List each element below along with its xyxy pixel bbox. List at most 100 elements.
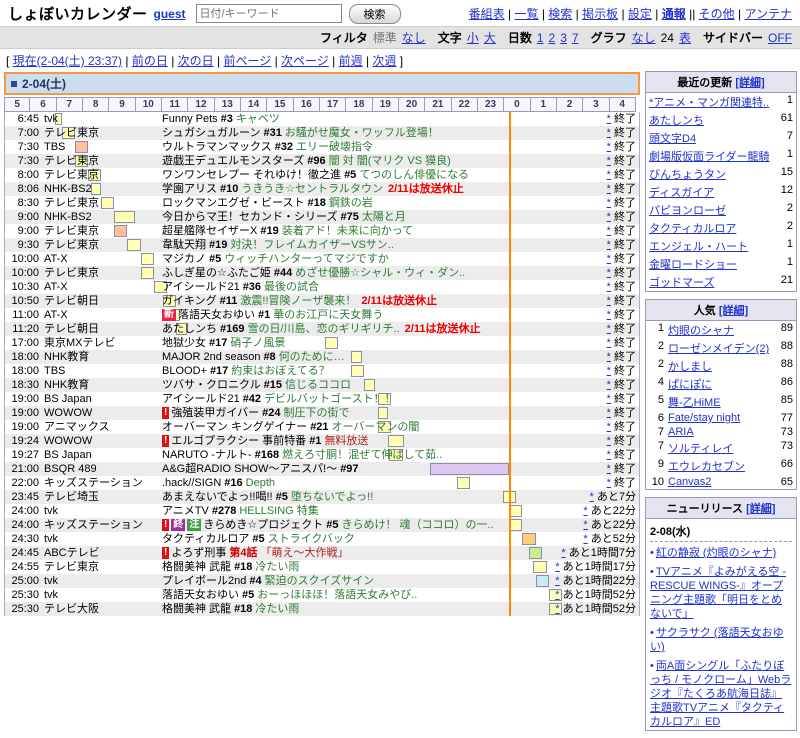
- date-nav-4[interactable]: 前ページ: [223, 54, 271, 68]
- status-asterisk-link[interactable]: *: [607, 449, 611, 461]
- popular-title-link[interactable]: Fate/stay night: [668, 412, 777, 424]
- status-asterisk-link[interactable]: *: [561, 547, 565, 559]
- date-nav-6[interactable]: 前週: [339, 54, 363, 68]
- program-title[interactable]: アイシールド21#36最後の試合: [162, 280, 541, 294]
- toolbar-option-5-1[interactable]: OFF: [768, 31, 792, 45]
- popular-title-link[interactable]: エウレカセブン: [668, 458, 777, 474]
- popular-title-link[interactable]: Canvas2: [668, 476, 777, 488]
- recent-update-link[interactable]: あたしンち: [649, 112, 777, 128]
- toolbar-option-4-1[interactable]: なし: [632, 31, 656, 45]
- date-nav-1[interactable]: 現在(2-04(土) 23:37): [13, 54, 122, 68]
- status-asterisk-link[interactable]: *: [607, 113, 611, 125]
- program-title[interactable]: 韋駄天翔#19対決！フレイムカイザーVSサン..: [162, 238, 541, 252]
- status-asterisk-link[interactable]: *: [607, 267, 611, 279]
- program-title[interactable]: 地獄少女#17硝子ノ風景: [162, 336, 541, 350]
- status-asterisk-link[interactable]: *: [583, 533, 587, 545]
- recent-update-link[interactable]: ディスガイア: [649, 184, 777, 200]
- program-title[interactable]: ワンワンセレプー それゆけ！徹之進#5てつのしん俳優になる: [162, 168, 541, 182]
- program-title[interactable]: NARUTO -ナルト-#168燃えろ寸胴！混ぜて伸ばして茹..: [162, 448, 541, 462]
- status-asterisk-link[interactable]: *: [607, 169, 611, 181]
- program-title[interactable]: !強殖装甲ガイバー#24制圧下の街で: [162, 406, 541, 420]
- date-nav-7[interactable]: 次週: [372, 54, 396, 68]
- popular-title-link[interactable]: ローゼンメイデン(2): [668, 340, 777, 356]
- status-asterisk-link[interactable]: *: [607, 337, 611, 349]
- new-release-link[interactable]: 両A面シングル「ふたりぼっち / モノクローム」Webラジオ『たくろあ航海日誌』…: [650, 660, 791, 728]
- program-title[interactable]: !エルゴプラクシー 事前特番#1無料放送: [162, 434, 541, 448]
- status-asterisk-link[interactable]: *: [607, 393, 611, 405]
- recent-update-link[interactable]: 金曜ロードショー: [649, 256, 783, 272]
- popular-title-link[interactable]: ソルティレイ: [668, 440, 777, 456]
- program-title[interactable]: タクティカルロア#5ストライクバック: [162, 532, 541, 546]
- popular-title-link[interactable]: かしまし: [668, 358, 777, 374]
- program-title[interactable]: .hack//SIGN#16Depth: [162, 476, 541, 490]
- status-asterisk-link[interactable]: *: [607, 365, 611, 377]
- program-title[interactable]: ガイキング#11激震!!冒険ノーザ襲来！2/11は放送休止: [162, 294, 541, 308]
- program-title[interactable]: マジカノ#5ウィッチハンターってマジですか: [162, 252, 541, 266]
- program-title[interactable]: Funny Pets#3キャベツ: [162, 112, 541, 126]
- status-asterisk-link[interactable]: *: [555, 589, 559, 601]
- program-title[interactable]: A&G超RADIO SHOW〜アニスパ!〜#97: [162, 462, 541, 476]
- program-title[interactable]: MAJOR 2nd season#8何のために…: [162, 350, 541, 364]
- status-asterisk-link[interactable]: *: [607, 323, 611, 335]
- recent-updates-detail-link[interactable]: [詳細]: [735, 77, 764, 89]
- status-asterisk-link[interactable]: *: [607, 211, 611, 223]
- popular-detail-link[interactable]: [詳細]: [719, 305, 748, 317]
- nav-8[interactable]: アンテナ: [744, 7, 792, 21]
- program-title[interactable]: ウルトラマンマックス#32エリー破壊指令: [162, 140, 541, 154]
- status-asterisk-link[interactable]: *: [607, 197, 611, 209]
- toolbar-option-4-3[interactable]: 表: [679, 31, 691, 45]
- toolbar-option-3-2[interactable]: 2: [549, 31, 556, 45]
- status-asterisk-link[interactable]: *: [590, 491, 594, 503]
- recent-update-link[interactable]: パピヨンローゼ: [649, 202, 783, 218]
- nav-3[interactable]: 検索: [548, 7, 572, 21]
- toolbar-option-3-4[interactable]: 7: [572, 31, 579, 45]
- recent-update-link[interactable]: ゴッドマーズ: [649, 274, 777, 290]
- status-asterisk-link[interactable]: *: [607, 225, 611, 237]
- program-title[interactable]: ツバサ・クロニクル#15信じるココロ: [162, 378, 541, 392]
- status-asterisk-link[interactable]: *: [607, 281, 611, 293]
- status-asterisk-link[interactable]: *: [607, 253, 611, 265]
- program-title[interactable]: オーバーマン キングゲイナー#21オーバーマンの闇: [162, 420, 541, 434]
- program-title[interactable]: アイシールド21#42デビルバットゴースト！！: [162, 392, 541, 406]
- search-button[interactable]: 検索: [349, 4, 401, 24]
- status-asterisk-link[interactable]: *: [607, 295, 611, 307]
- nav-6[interactable]: 通報: [662, 7, 686, 21]
- program-title[interactable]: 超星艦隊セイザーX#19装着アド！未来に向かって: [162, 224, 541, 238]
- program-title[interactable]: 格闘美神 武龍#18冷たい雨: [162, 602, 541, 616]
- toolbar-option-2-1[interactable]: 小: [467, 31, 479, 45]
- nav-4[interactable]: 掲示板: [582, 7, 618, 21]
- status-asterisk-link[interactable]: *: [607, 477, 611, 489]
- status-asterisk-link[interactable]: *: [607, 239, 611, 251]
- program-title[interactable]: 今日からマ王！セカンド・シリーズ#75太陽と月: [162, 210, 541, 224]
- program-title[interactable]: あまえないでよっ!!喝!!#5堕ちないでよっ!!: [162, 490, 541, 504]
- program-title[interactable]: あたしンち#169雪の日/川島、恋のギリギリチ..2/11は放送休止: [162, 322, 541, 336]
- program-title[interactable]: ふしぎ星の☆ふたご姫#44めざせ優勝☆シャル・ウィ・ダン..: [162, 266, 541, 280]
- popular-title-link[interactable]: ぱにぽに: [668, 376, 777, 392]
- recent-update-link[interactable]: びんちょうタン: [649, 166, 777, 182]
- status-asterisk-link[interactable]: *: [583, 519, 587, 531]
- status-asterisk-link[interactable]: *: [555, 561, 559, 573]
- status-asterisk-link[interactable]: *: [607, 379, 611, 391]
- popular-title-link[interactable]: ARIA: [668, 426, 777, 438]
- program-title[interactable]: プレイボール2nd#4緊迫のスクイズサイン: [162, 574, 541, 588]
- toolbar-option-3-1[interactable]: 1: [537, 31, 544, 45]
- new-release-link[interactable]: TVアニメ『よみがえる空 -RESCUE WINGS-』オープニング主題歌「明日…: [650, 566, 786, 620]
- program-title[interactable]: 学園アリス#10うきうき☆セントラルタウン2/11は放送休止: [162, 182, 541, 196]
- status-asterisk-link[interactable]: *: [607, 127, 611, 139]
- program-title[interactable]: 遊戯王デュエルモンスターズ#96闇 対 闇(マリク VS 獏良): [162, 154, 541, 168]
- status-asterisk-link[interactable]: *: [607, 421, 611, 433]
- guest-link[interactable]: guest: [154, 7, 186, 21]
- status-asterisk-link[interactable]: *: [607, 155, 611, 167]
- toolbar-option-2-2[interactable]: 大: [484, 31, 496, 45]
- status-asterisk-link[interactable]: *: [607, 183, 611, 195]
- date-nav-3[interactable]: 次の日: [178, 54, 214, 68]
- toolbar-option-3-3[interactable]: 3: [560, 31, 567, 45]
- status-asterisk-link[interactable]: *: [607, 435, 611, 447]
- popular-title-link[interactable]: 灼眼のシャナ: [668, 322, 777, 338]
- recent-update-link[interactable]: 劇場版仮面ライダー龍騎: [649, 148, 783, 164]
- program-title[interactable]: !よろず刑事第4話「萌え〜大作戦」: [162, 546, 541, 560]
- status-asterisk-link[interactable]: *: [607, 309, 611, 321]
- recent-update-link[interactable]: 頭文字D4: [649, 130, 783, 146]
- search-input[interactable]: [196, 4, 342, 23]
- new-release-detail-link[interactable]: [詳細]: [746, 503, 775, 515]
